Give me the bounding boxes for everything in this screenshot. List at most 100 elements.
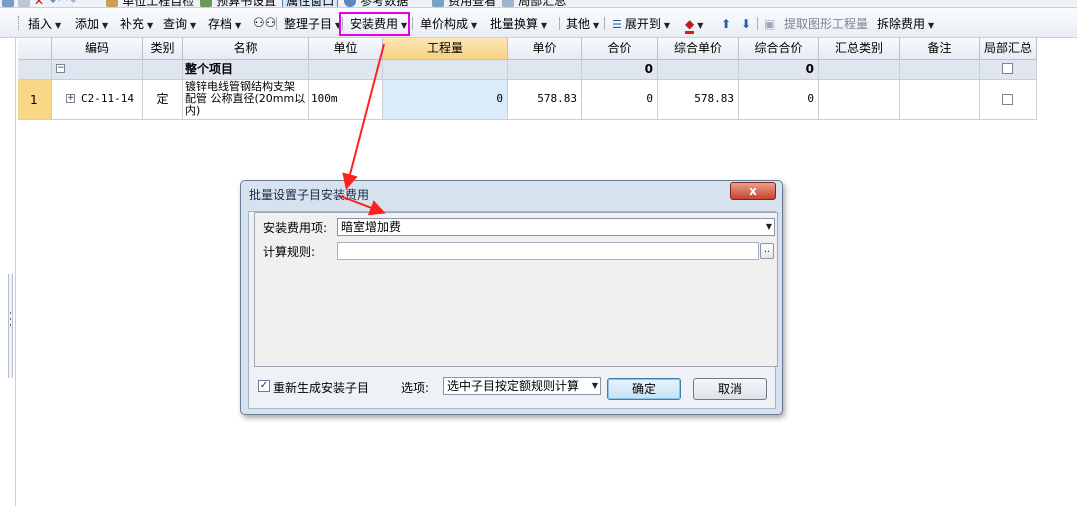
header-code[interactable]: 编码 [52, 38, 143, 60]
organize-items-button[interactable]: 整理子目 ▼ [284, 16, 341, 32]
regenerate-checkbox[interactable]: ✓ [258, 380, 270, 392]
insert-button[interactable]: 插入 ▼ [28, 16, 61, 32]
header-composite-unit-price[interactable]: 综合单价 [658, 38, 739, 60]
chevron-down-icon[interactable]: ▼ [592, 378, 598, 394]
header-composite-total[interactable]: 综合合价 [739, 38, 819, 60]
header-name[interactable]: 名称 [183, 38, 309, 60]
expand-to-button[interactable]: ☰ 展开到 ▼ [612, 16, 670, 32]
dropdown-arrow-icon: ▼ [147, 21, 154, 30]
option-value: 选中子目按定额规则计算 [447, 379, 580, 393]
partial-summary-button[interactable]: 局部汇总 [518, 0, 566, 7]
pane-splitter[interactable] [8, 274, 13, 378]
expand-label: 展开到 [624, 17, 661, 31]
regenerate-label[interactable]: 重新生成安装子目 [273, 379, 369, 396]
chevron-down-icon[interactable]: ▼ [766, 219, 772, 235]
header-type[interactable]: 类别 [143, 38, 183, 60]
row-composite-total: 0 [739, 80, 819, 120]
print-icon[interactable] [18, 0, 30, 7]
delete-icon[interactable]: ✕ [34, 0, 44, 7]
header-unit[interactable]: 单位 [309, 38, 383, 60]
self-check-icon [106, 0, 119, 7]
pane-border [15, 38, 16, 506]
properties-window-button[interactable]: 属性窗口 [282, 0, 339, 7]
expand-icon[interactable]: + [66, 94, 75, 103]
split-fee-button[interactable]: 拆除费用 ▼ [877, 16, 934, 32]
header-summary-category[interactable]: 汇总类别 [819, 38, 900, 60]
project-row-quantity [383, 60, 508, 80]
ok-button[interactable]: 确定 [607, 378, 681, 400]
batch-install-fee-dialog: 批量设置子目安装费用 x 安装费用项: 暗室增加费 ▼ 计算规则: .. ✓ 重… [240, 180, 783, 415]
split-label: 拆除费用 [877, 17, 926, 31]
project-row-total: 0 [582, 60, 658, 80]
toolbar-separator [412, 17, 413, 30]
row-name[interactable]: 镀锌电线管钢结构支架 配管 公称直径(20mm以 内) [183, 80, 309, 120]
row-summary-category[interactable] [819, 80, 900, 120]
project-row-name[interactable]: 整个项目 [183, 60, 309, 80]
dropdown-arrow-icon: ▼ [471, 21, 478, 30]
self-check-button[interactable]: 单位工程自检 [122, 0, 194, 7]
save-icon[interactable] [2, 0, 14, 7]
header-quantity[interactable]: 工程量 [383, 38, 508, 60]
row-number-header [18, 38, 52, 60]
toolbar-grip[interactable] [18, 16, 21, 30]
fill-color-button[interactable]: ◆ ▼ [685, 16, 703, 34]
project-row-remarks [900, 60, 980, 80]
rule-input[interactable] [337, 242, 759, 260]
row-quantity[interactable]: 0 [383, 80, 508, 120]
close-icon: x [749, 184, 757, 198]
row-type[interactable]: 定 [143, 80, 183, 120]
move-down-icon[interactable]: ⬇ [741, 16, 751, 32]
extract-quantity-button[interactable]: 提取图形工程量 [784, 16, 868, 32]
partial-summary-checkbox[interactable] [1002, 63, 1013, 74]
header-partial-summary[interactable]: 局部汇总 [980, 38, 1037, 60]
dialog-title: 批量设置子目安装费用 [249, 188, 370, 202]
project-row-unit-price [508, 60, 582, 80]
toolbar-separator [559, 17, 560, 30]
partial-summary-checkbox[interactable] [1002, 94, 1013, 105]
row-name-line: 配管 公称直径(20mm以 [185, 92, 306, 105]
expand-icon: ☰ [612, 18, 622, 31]
archive-button[interactable]: 存档 ▼ [208, 16, 241, 32]
undo-icon[interactable]: ↶ [50, 0, 60, 7]
project-row-type [143, 60, 183, 80]
header-total[interactable]: 合价 [582, 38, 658, 60]
row-remarks[interactable] [900, 80, 980, 120]
install-fee-highlight [339, 12, 410, 36]
other-button[interactable]: 其他 ▼ [566, 16, 599, 32]
extract-icon: ▣ [764, 17, 776, 31]
add-button[interactable]: 添加 ▼ [75, 16, 108, 32]
row-number[interactable]: 1 [18, 80, 52, 120]
move-up-icon[interactable]: ⬆ [721, 16, 731, 32]
fee-view-icon [432, 0, 445, 7]
toolbar-separator [757, 17, 758, 30]
project-row-partial-summary [980, 60, 1037, 80]
close-button[interactable]: x [730, 182, 776, 200]
row-code-cell[interactable]: + C2-11-14 [52, 80, 143, 120]
rule-browse-button[interactable]: .. [760, 243, 774, 259]
add-label: 添加 [75, 17, 100, 31]
binoculars-icon[interactable]: ⚇⚇ [253, 16, 276, 32]
option-select[interactable]: 选中子目按定额规则计算 ▼ [443, 377, 601, 395]
fee-item-select[interactable]: 暗室增加费 ▼ [337, 218, 775, 236]
check-icon: ✓ [259, 380, 269, 391]
dropdown-arrow-icon: ▼ [235, 21, 242, 30]
header-unit-price[interactable]: 单价 [508, 38, 582, 60]
row-unit[interactable]: 100m [309, 80, 383, 120]
cancel-button[interactable]: 取消 [693, 378, 767, 400]
redo-icon[interactable]: ↷ [66, 0, 76, 7]
query-button[interactable]: 查询 ▼ [163, 16, 196, 32]
unit-price-composition-button[interactable]: 单价构成 ▼ [420, 16, 477, 32]
dropdown-arrow-icon: ▼ [190, 21, 197, 30]
budget-settings-button[interactable]: 预算书设置 [216, 0, 276, 7]
fee-view-button[interactable]: 费用查看 [448, 0, 496, 7]
collapse-icon[interactable]: − [56, 64, 65, 73]
reference-data-button[interactable]: 参考数据 [360, 0, 408, 7]
app-window: ✕ ↶ ↷ 单位工程自检 预算书设置 属性窗口 参考数据 费用查看 局部汇总 插… [0, 0, 1077, 506]
batch-conversion-button[interactable]: 批量换算 ▼ [490, 16, 547, 32]
top-toolbar: ✕ ↶ ↷ 单位工程自检 预算书设置 属性窗口 参考数据 费用查看 局部汇总 [0, 0, 1077, 8]
dropdown-arrow-icon: ▼ [663, 21, 671, 30]
unit-price-label: 单价构成 [420, 17, 469, 31]
row-unit-price[interactable]: 578.83 [508, 80, 582, 120]
header-remarks[interactable]: 备注 [900, 38, 980, 60]
supplement-button[interactable]: 补充 ▼ [120, 16, 153, 32]
